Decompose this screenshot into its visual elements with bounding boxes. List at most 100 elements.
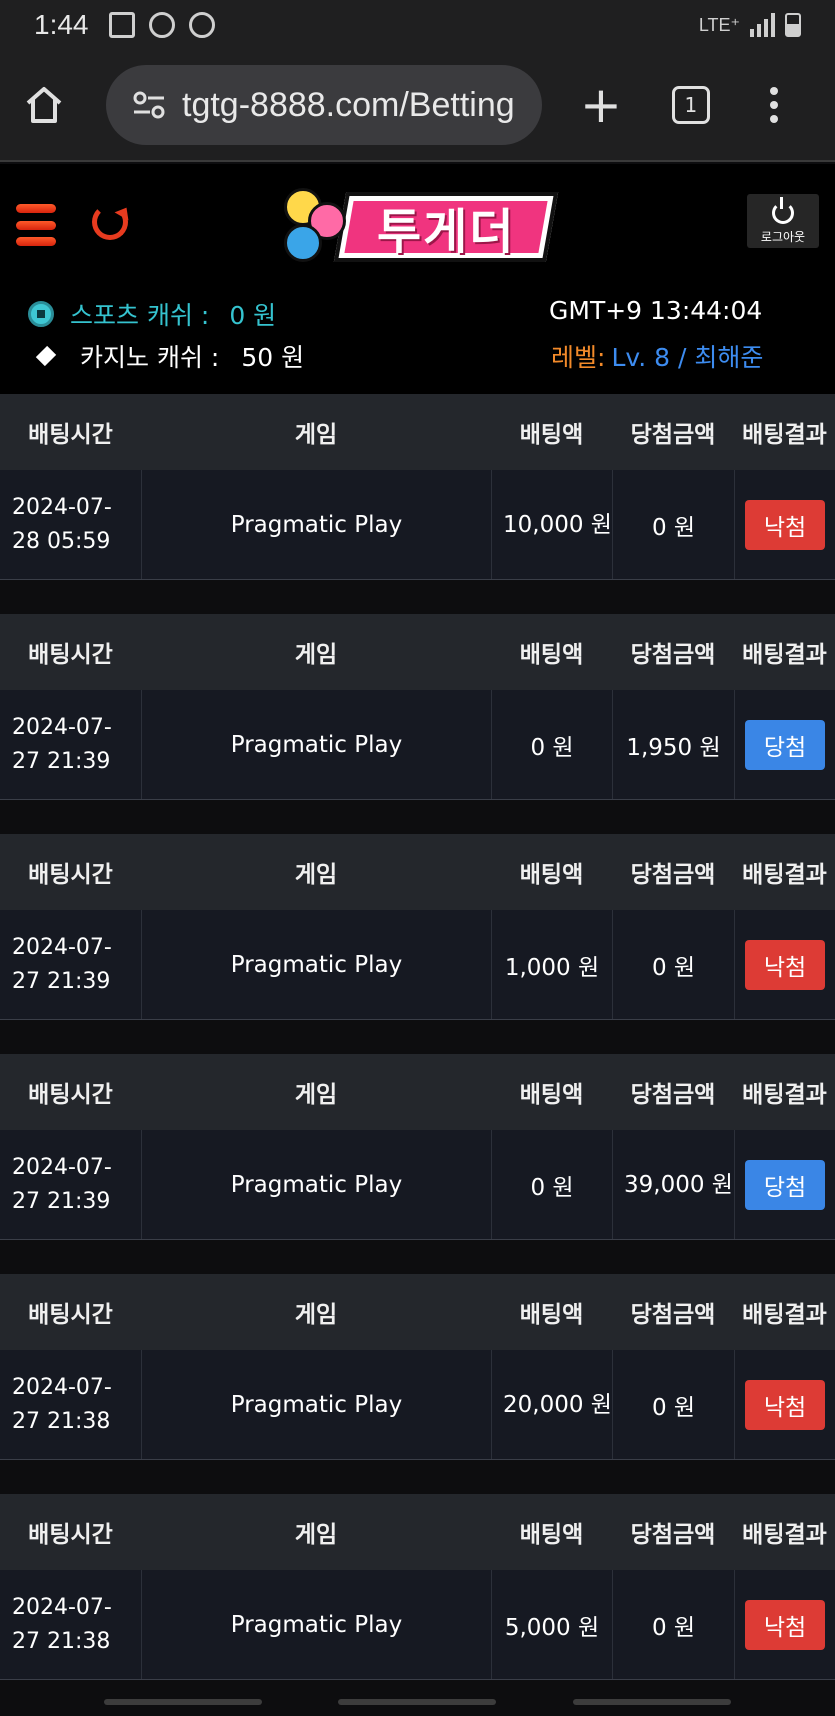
bet-amount: 0 원 — [491, 690, 612, 799]
battery-icon — [785, 13, 801, 37]
bet-game: Pragmatic Play — [141, 1570, 491, 1679]
signal-icon — [750, 13, 775, 37]
network-type: LTE⁺ — [698, 14, 740, 35]
table-header: 배팅시간 게임 배팅액 당첨금액 배팅결과 — [0, 614, 835, 690]
url-text: tgtg-8888.com/Betting — [182, 85, 515, 124]
tab-switcher-icon[interactable]: 1 — [671, 86, 710, 124]
bet-time: 2024-07- 27 21:38 — [12, 1374, 112, 1434]
bet-game: Pragmatic Play — [141, 1130, 491, 1239]
header-win: 당첨금액 — [630, 1522, 716, 1548]
browser-toolbar: tgtg-8888.com/Betting + 1 — [0, 50, 835, 162]
table-header: 배팅시간 게임 배팅액 당첨금액 배팅결과 — [0, 1274, 835, 1350]
user-level: 레벨: Lv. 8 / 최해준 — [551, 338, 763, 374]
logout-button[interactable]: 로그아웃 — [747, 194, 819, 248]
chat-icon — [188, 12, 215, 38]
casino-cash-label: 카지노 캐쉬 : — [80, 343, 220, 372]
system-icons: LTE⁺ — [699, 13, 801, 37]
logo-badge: 투게더 — [333, 192, 559, 262]
bet-block: 배팅시간 게임 배팅액 당첨금액 배팅결과 2024-07- 27 21:39 P… — [0, 614, 835, 800]
table-row: 2024-07- 27 21:39 Pragmatic Play 1,000 원 … — [0, 910, 835, 1020]
bet-block: 배팅시간 게임 배팅액 당첨금액 배팅결과 2024-07- 28 05:59 P… — [0, 394, 835, 580]
win-amount: 1,950 원 — [612, 690, 734, 799]
bet-amount: 5,000 원 — [491, 1570, 612, 1679]
new-tab-icon[interactable]: + — [580, 80, 622, 130]
bet-amount: 10,000 원 — [491, 470, 612, 579]
header-result: 배팅결과 — [742, 1522, 827, 1548]
power-icon — [772, 196, 794, 224]
header-result: 배팅결과 — [742, 422, 827, 448]
bet-amount: 0 원 — [491, 1130, 612, 1239]
address-bar[interactable]: tgtg-8888.com/Betting — [106, 65, 542, 145]
bet-game: Pragmatic Play — [141, 470, 491, 579]
nav-handle[interactable] — [338, 1699, 496, 1705]
diamond-icon — [35, 345, 57, 367]
notification-icons — [108, 12, 215, 38]
result-badge: 당첨 — [745, 1159, 825, 1210]
server-clock: GMT+9 13:44:04 — [549, 296, 762, 325]
header-bet: 배팅액 — [519, 422, 584, 448]
site-settings-icon[interactable] — [132, 90, 166, 120]
bet-block: 배팅시간 게임 배팅액 당첨금액 배팅결과 2024-07- 27 21:39 P… — [0, 1054, 835, 1240]
table-row: 2024-07- 28 05:59 Pragmatic Play 10,000 원… — [0, 470, 835, 580]
bet-time: 2024-07- 28 05:59 — [12, 494, 112, 554]
header-game: 게임 — [294, 1522, 338, 1548]
header-time: 배팅시간 — [28, 1302, 113, 1328]
header-time: 배팅시간 — [28, 422, 113, 448]
result-cell: 낙첨 — [734, 1350, 835, 1459]
bet-block: 배팅시간 게임 배팅액 당첨금액 배팅결과 2024-07- 27 21:38 P… — [0, 1274, 835, 1460]
header-time: 배팅시간 — [28, 1082, 113, 1108]
header-result: 배팅결과 — [742, 642, 827, 668]
bet-time: 2024-07- 27 21:39 — [12, 714, 112, 774]
header-bet: 배팅액 — [519, 862, 584, 888]
bet-game: Pragmatic Play — [141, 910, 491, 1019]
header-game: 게임 — [294, 422, 338, 448]
bet-game: Pragmatic Play — [141, 690, 491, 799]
header-game: 게임 — [294, 1082, 338, 1108]
header-bet: 배팅액 — [519, 1082, 584, 1108]
result-badge: 낙첨 — [745, 1379, 825, 1430]
bet-block: 배팅시간 게임 배팅액 당첨금액 배팅결과 2024-07- 27 21:39 P… — [0, 834, 835, 1020]
home-icon[interactable] — [22, 83, 66, 127]
bet-game: Pragmatic Play — [141, 1350, 491, 1459]
result-cell: 낙첨 — [734, 470, 835, 579]
result-badge: 낙첨 — [745, 939, 825, 990]
sports-cash-label: 스포츠 캐쉬 : — [70, 301, 210, 330]
hamburger-menu-icon[interactable] — [16, 204, 56, 246]
table-row: 2024-07- 27 21:39 Pragmatic Play 0 원 39,0… — [0, 1130, 835, 1240]
nav-handle[interactable] — [104, 1699, 262, 1705]
result-cell: 낙첨 — [734, 910, 835, 1019]
table-row: 2024-07- 27 21:38 Pragmatic Play 5,000 원 … — [0, 1570, 835, 1680]
gallery-icon — [108, 12, 135, 38]
result-cell: 당첨 — [734, 690, 835, 799]
clock-text: GMT+9 13:44:04 — [549, 296, 763, 325]
nav-handle[interactable] — [573, 1699, 731, 1705]
header-win: 당첨금액 — [630, 1082, 716, 1108]
sports-cash-value: 0 원 — [229, 301, 277, 330]
result-cell: 당첨 — [734, 1130, 835, 1239]
casino-cash-value: 50 원 — [241, 343, 305, 372]
soccer-ball-icon — [28, 301, 54, 327]
table-header: 배팅시간 게임 배팅액 당첨금액 배팅결과 — [0, 394, 835, 470]
bet-amount: 1,000 원 — [491, 910, 612, 1019]
win-amount: 0 원 — [612, 1350, 734, 1459]
table-header: 배팅시간 게임 배팅액 당첨금액 배팅결과 — [0, 1494, 835, 1570]
gesture-navigation-bar — [0, 1685, 835, 1716]
logo-character-icon — [284, 224, 322, 262]
bet-time: 2024-07- 27 21:39 — [12, 934, 112, 994]
status-time: 1:44 — [34, 9, 89, 40]
refresh-icon[interactable] — [92, 204, 128, 240]
do-not-disturb-icon — [148, 12, 175, 38]
logo-text: 투게더 — [376, 204, 516, 260]
overflow-menu-icon[interactable] — [769, 87, 778, 123]
win-amount: 0 원 — [612, 910, 734, 1019]
header-bet: 배팅액 — [519, 1522, 584, 1548]
level-value: Lv. 8 / 최해준 — [611, 343, 764, 372]
win-amount: 39,000 원 — [612, 1130, 734, 1239]
result-badge: 낙첨 — [745, 1599, 825, 1650]
header-win: 당첨금액 — [630, 422, 716, 448]
header-result: 배팅결과 — [742, 862, 827, 888]
header-game: 게임 — [294, 862, 338, 888]
site-logo[interactable]: 투게더 — [282, 180, 559, 272]
header-win: 당첨금액 — [630, 1302, 716, 1328]
status-bar: 1:44 LTE⁺ — [0, 0, 835, 50]
